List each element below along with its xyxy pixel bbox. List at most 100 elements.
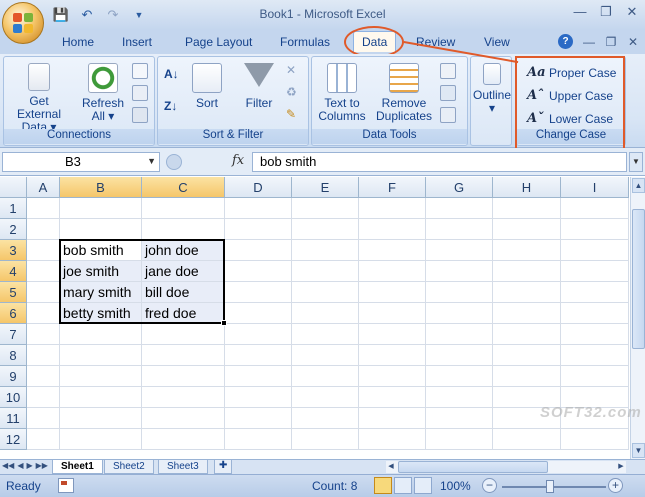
- worksheet-grid[interactable]: A B C D E F G H I 1 2 3 bob smith john doe 4 joe smith j…: [0, 177, 630, 459]
- tab-home[interactable]: Home: [62, 35, 94, 49]
- cell-b10[interactable]: [60, 387, 142, 408]
- refresh-all-button[interactable]: Refresh All ▾: [78, 63, 128, 123]
- cell-c6[interactable]: fred doe: [142, 303, 225, 324]
- cell-h1[interactable]: [493, 198, 561, 219]
- horizontal-scroll-thumb[interactable]: [398, 461, 548, 473]
- cell-c12[interactable]: [142, 429, 225, 450]
- cell-a1[interactable]: [27, 198, 60, 219]
- first-sheet-icon[interactable]: ◀◀: [2, 461, 14, 470]
- zoom-slider-track[interactable]: [502, 486, 606, 488]
- insert-function-icon[interactable]: fx: [232, 153, 244, 168]
- column-header-c[interactable]: C: [142, 177, 225, 198]
- cell-e10[interactable]: [292, 387, 359, 408]
- tab-formulas[interactable]: Formulas: [280, 35, 330, 49]
- cell-c11[interactable]: [142, 408, 225, 429]
- column-header-g[interactable]: G: [426, 177, 493, 198]
- cell-e2[interactable]: [292, 219, 359, 240]
- cell-e12[interactable]: [292, 429, 359, 450]
- normal-view-icon[interactable]: [374, 477, 392, 494]
- cell-c4[interactable]: jane doe: [142, 261, 225, 282]
- row-header-11[interactable]: 11: [0, 408, 27, 429]
- column-header-a[interactable]: A: [27, 177, 60, 198]
- minimize-icon[interactable]: —: [573, 4, 587, 20]
- row-header-1[interactable]: 1: [0, 198, 27, 219]
- cell-a12[interactable]: [27, 429, 60, 450]
- cell-f1[interactable]: [359, 198, 426, 219]
- row-header-4[interactable]: 4: [0, 261, 27, 282]
- row-header-10[interactable]: 10: [0, 387, 27, 408]
- cell-i9[interactable]: [561, 366, 629, 387]
- cell-a11[interactable]: [27, 408, 60, 429]
- cell-d3[interactable]: [225, 240, 292, 261]
- row-header-12[interactable]: 12: [0, 429, 27, 450]
- cell-f8[interactable]: [359, 345, 426, 366]
- cell-d8[interactable]: [225, 345, 292, 366]
- row-header-8[interactable]: 8: [0, 345, 27, 366]
- column-header-f[interactable]: F: [359, 177, 426, 198]
- cell-f6[interactable]: [359, 303, 426, 324]
- cell-h6[interactable]: [493, 303, 561, 324]
- what-if-analysis-icon[interactable]: [440, 107, 456, 123]
- cell-i4[interactable]: [561, 261, 629, 282]
- sheet-tab-1[interactable]: Sheet1: [52, 460, 103, 474]
- cell-g10[interactable]: [426, 387, 493, 408]
- column-header-d[interactable]: D: [225, 177, 292, 198]
- cell-g3[interactable]: [426, 240, 493, 261]
- cell-d6[interactable]: [225, 303, 292, 324]
- cell-a5[interactable]: [27, 282, 60, 303]
- cell-d7[interactable]: [225, 324, 292, 345]
- cell-i3[interactable]: [561, 240, 629, 261]
- cell-i5[interactable]: [561, 282, 629, 303]
- cell-f10[interactable]: [359, 387, 426, 408]
- outline-button[interactable]: Outline ▾: [473, 63, 511, 115]
- cell-g2[interactable]: [426, 219, 493, 240]
- cell-c2[interactable]: [142, 219, 225, 240]
- scroll-up-icon[interactable]: ▲: [632, 178, 645, 193]
- cell-a9[interactable]: [27, 366, 60, 387]
- row-header-3[interactable]: 3: [0, 240, 27, 261]
- cell-d5[interactable]: [225, 282, 292, 303]
- prev-sheet-icon[interactable]: ◀: [17, 461, 23, 470]
- select-all-corner[interactable]: [0, 177, 27, 198]
- cell-f12[interactable]: [359, 429, 426, 450]
- workbook-minimize-icon[interactable]: —: [583, 35, 595, 49]
- cell-g6[interactable]: [426, 303, 493, 324]
- scroll-left-icon[interactable]: ◀: [386, 461, 396, 473]
- remove-duplicates-button[interactable]: Remove Duplicates: [372, 63, 436, 123]
- close-icon[interactable]: ✕: [625, 4, 639, 20]
- cell-b9[interactable]: [60, 366, 142, 387]
- sheet-tab-3[interactable]: Sheet3: [158, 460, 208, 474]
- cell-e6[interactable]: [292, 303, 359, 324]
- cell-g8[interactable]: [426, 345, 493, 366]
- data-validation-icon[interactable]: [440, 63, 456, 79]
- cell-c5[interactable]: bill doe: [142, 282, 225, 303]
- cell-g4[interactable]: [426, 261, 493, 282]
- cell-h4[interactable]: [493, 261, 561, 282]
- row-header-5[interactable]: 5: [0, 282, 27, 303]
- cell-b5[interactable]: mary smith: [60, 282, 142, 303]
- get-external-data-button[interactable]: Get External Data ▾: [6, 63, 72, 134]
- cell-b1[interactable]: [60, 198, 142, 219]
- office-button[interactable]: [2, 2, 44, 44]
- vertical-scroll-thumb[interactable]: [632, 209, 645, 349]
- cell-a8[interactable]: [27, 345, 60, 366]
- cell-i1[interactable]: [561, 198, 629, 219]
- cell-f11[interactable]: [359, 408, 426, 429]
- cell-i2[interactable]: [561, 219, 629, 240]
- sort-button[interactable]: Sort: [190, 63, 224, 110]
- cell-a7[interactable]: [27, 324, 60, 345]
- filter-button[interactable]: Filter: [238, 63, 280, 110]
- scroll-right-icon[interactable]: ▶: [616, 461, 626, 473]
- connections-icon[interactable]: [132, 63, 148, 79]
- edit-links-icon[interactable]: [132, 107, 148, 123]
- cell-d10[interactable]: [225, 387, 292, 408]
- sheet-tab-2[interactable]: Sheet2: [104, 460, 154, 474]
- cell-e3[interactable]: [292, 240, 359, 261]
- column-header-e[interactable]: E: [292, 177, 359, 198]
- cell-h9[interactable]: [493, 366, 561, 387]
- cell-c9[interactable]: [142, 366, 225, 387]
- cell-b3[interactable]: bob smith: [60, 240, 142, 261]
- cell-i12[interactable]: [561, 429, 629, 450]
- tab-view[interactable]: View: [484, 35, 510, 49]
- cell-f3[interactable]: [359, 240, 426, 261]
